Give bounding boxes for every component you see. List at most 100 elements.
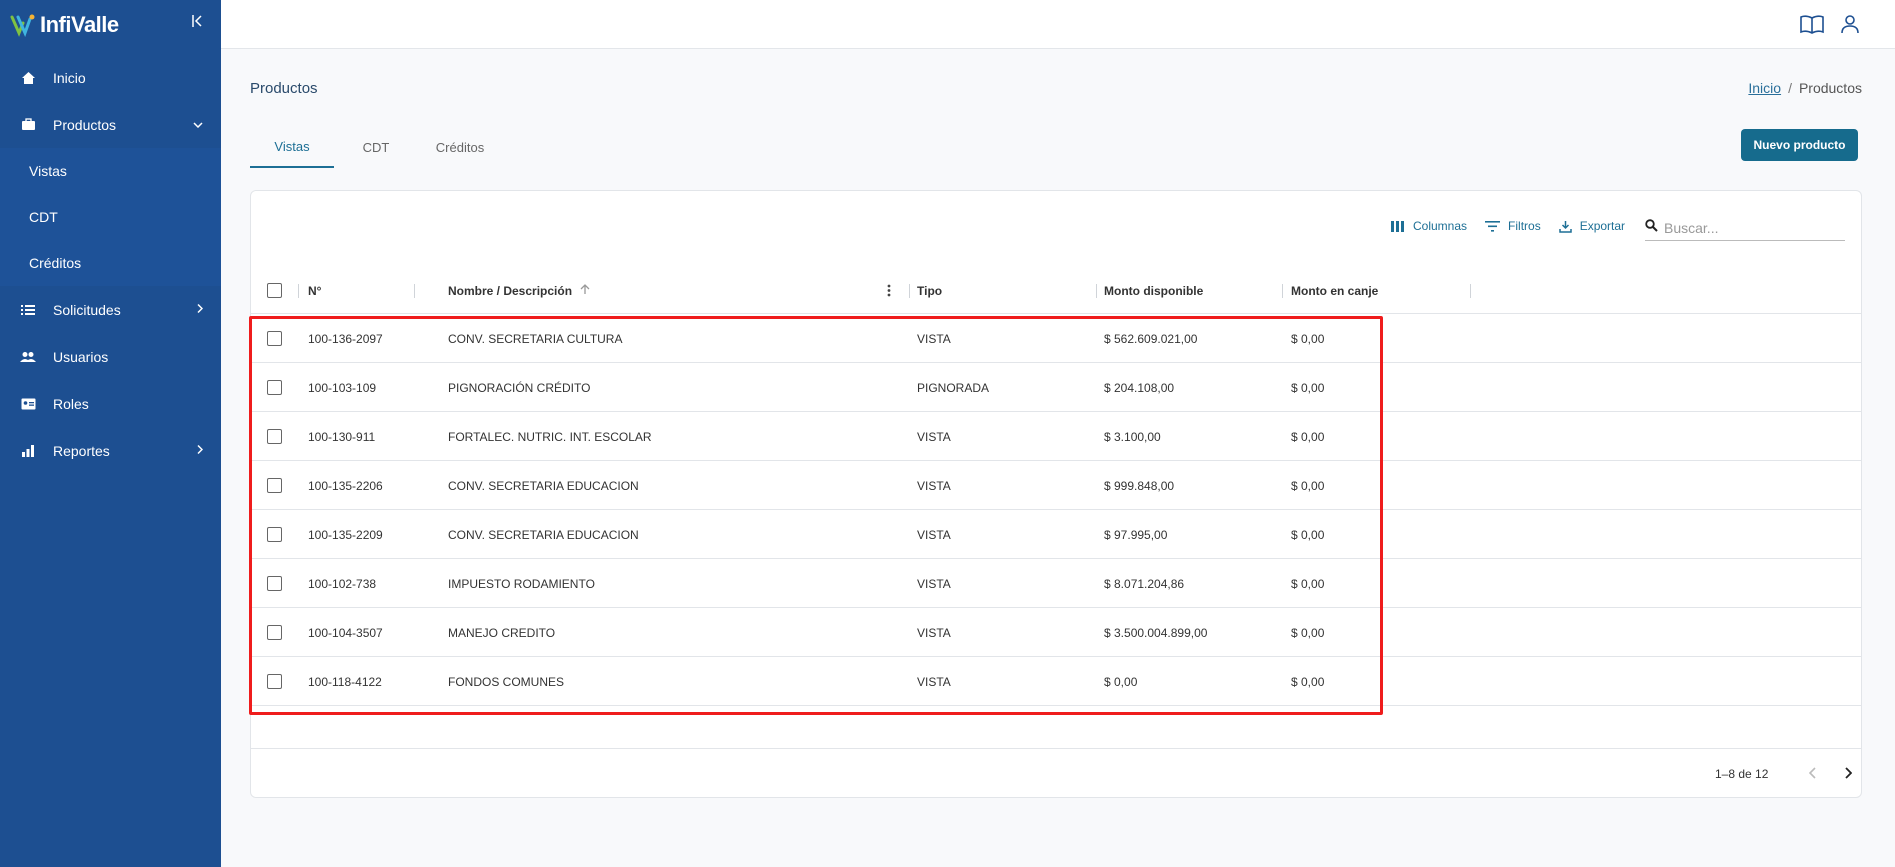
sidebar-subitem-cdt[interactable]: CDT	[0, 194, 221, 240]
search-box	[1645, 215, 1845, 241]
row-checkbox[interactable]	[267, 625, 282, 640]
home-icon	[20, 70, 36, 86]
sidebar-item-label: Solicitudes	[53, 301, 121, 318]
column-header-exchange[interactable]: Monto en canje	[1291, 267, 1378, 314]
sidebar-subitem-vistas[interactable]: Vistas	[0, 148, 221, 194]
sort-ascending-icon[interactable]	[580, 283, 590, 298]
cell-available: $ 562.609.021,00	[1104, 331, 1198, 346]
logo-text: InfiValle	[40, 12, 119, 37]
row-checkbox[interactable]	[267, 674, 282, 689]
cell-available: $ 204.108,00	[1104, 380, 1175, 395]
new-product-button[interactable]: Nuevo producto	[1741, 129, 1858, 161]
column-header-number[interactable]: N°	[308, 267, 321, 314]
table-row[interactable]: 100-118-4122 FONDOS COMUNES VISTA $ 0,00…	[251, 657, 1861, 706]
table-body: 100-136-2097 CONV. SECRETARIA CULTURA VI…	[251, 314, 1861, 706]
tab-cdt[interactable]: CDT	[334, 126, 418, 168]
sidebar-item-label: Usuarios	[53, 348, 109, 365]
next-page-icon[interactable]	[1838, 763, 1858, 783]
cell-exchange: $ 0,00	[1291, 429, 1325, 444]
cell-exchange: $ 0,00	[1291, 478, 1325, 493]
table-row[interactable]: 100-135-2206 CONV. SECRETARIA EDUCACION …	[251, 461, 1861, 510]
sidebar-nav: Inicio Productos Vistas CDT Créditos Sol…	[0, 54, 221, 474]
table-row[interactable]: 100-104-3507 MANEJO CREDITO VISTA $ 3.50…	[251, 608, 1861, 657]
cell-number: 100-135-2206	[308, 478, 383, 493]
cell-exchange: $ 0,00	[1291, 380, 1325, 395]
table-footer: 1–8 de 12	[251, 748, 1861, 798]
select-all-checkbox[interactable]	[267, 283, 282, 298]
table-row[interactable]: 100-136-2097 CONV. SECRETARIA CULTURA VI…	[251, 314, 1861, 363]
cell-available: $ 8.071.204,86	[1104, 576, 1185, 591]
cell-number: 100-104-3507	[308, 625, 383, 640]
book-icon[interactable]	[1799, 12, 1825, 36]
row-checkbox[interactable]	[267, 478, 282, 493]
cell-number: 100-102-738	[308, 576, 377, 591]
cell-name: FONDOS COMUNES	[448, 674, 565, 689]
column-header-type[interactable]: Tipo	[917, 267, 942, 314]
previous-page-icon[interactable]	[1802, 763, 1822, 783]
select-all-cell	[267, 267, 282, 314]
row-checkbox[interactable]	[267, 576, 282, 591]
users-icon	[20, 349, 36, 365]
collapse-sidebar-icon[interactable]	[192, 14, 206, 32]
sidebar-item-roles[interactable]: Roles	[0, 380, 221, 427]
cell-available: $ 999.848,00	[1104, 478, 1175, 493]
columns-button[interactable]: Columnas	[1391, 219, 1467, 233]
column-separator	[1470, 284, 1471, 298]
cell-type: VISTA	[917, 429, 951, 444]
export-button[interactable]: Exportar	[1558, 219, 1626, 233]
tab-creditos[interactable]: Créditos	[418, 126, 502, 168]
breadcrumb-home-link[interactable]: Inicio	[1748, 80, 1781, 96]
sidebar-item-inicio[interactable]: Inicio	[0, 54, 221, 101]
sidebar-item-label: Reportes	[53, 442, 110, 459]
chart-icon	[20, 443, 36, 459]
cell-type: VISTA	[917, 527, 951, 542]
cell-type: VISTA	[917, 331, 951, 346]
table-row[interactable]: 100-130-911 FORTALEC. NUTRIC. INT. ESCOL…	[251, 412, 1861, 461]
sidebar-item-usuarios[interactable]: Usuarios	[0, 333, 221, 380]
export-label: Exportar	[1579, 219, 1626, 233]
row-checkbox[interactable]	[267, 331, 282, 346]
sidebar-item-productos[interactable]: Productos	[0, 101, 221, 148]
table-row[interactable]: 100-135-2209 CONV. SECRETARIA EDUCACION …	[251, 510, 1861, 559]
filter-icon	[1485, 220, 1501, 232]
row-checkbox[interactable]	[267, 429, 282, 444]
app-logo[interactable]: InfiValle	[10, 10, 119, 40]
cell-name: CONV. SECRETARIA EDUCACION	[448, 478, 639, 493]
cell-available: $ 3.100,00	[1104, 429, 1161, 444]
cell-number: 100-136-2097	[308, 331, 383, 346]
column-header-available[interactable]: Monto disponible	[1104, 267, 1203, 314]
column-menu-icon[interactable]	[887, 267, 891, 314]
search-input[interactable]	[1664, 219, 1834, 236]
tab-vistas[interactable]: Vistas	[250, 126, 334, 168]
sidebar-item-reportes[interactable]: Reportes	[0, 427, 221, 474]
cell-number: 100-103-109	[308, 380, 377, 395]
cell-name: FORTALEC. NUTRIC. INT. ESCOLAR	[448, 429, 652, 444]
table-row[interactable]: 100-102-738 IMPUESTO RODAMIENTO VISTA $ …	[251, 559, 1861, 608]
user-icon[interactable]	[1837, 12, 1863, 36]
cell-available: $ 0,00	[1104, 674, 1138, 689]
list-icon	[20, 302, 36, 318]
sidebar-item-solicitudes[interactable]: Solicitudes	[0, 286, 221, 333]
filters-button[interactable]: Filtros	[1485, 219, 1541, 233]
cell-type: PIGNORADA	[917, 380, 990, 395]
briefcase-icon	[20, 117, 36, 133]
pagination-range: 1–8 de 12	[1715, 767, 1769, 781]
sidebar-subitem-creditos[interactable]: Créditos	[0, 240, 221, 286]
cell-name: CONV. SECRETARIA EDUCACION	[448, 527, 639, 542]
chevron-right-icon	[197, 303, 204, 316]
column-header-name[interactable]: Nombre / Descripción	[448, 267, 590, 314]
columns-label: Columnas	[1413, 219, 1468, 233]
sidebar-item-label: Inicio	[53, 69, 86, 86]
cell-exchange: $ 0,00	[1291, 527, 1325, 542]
row-checkbox[interactable]	[267, 380, 282, 395]
id-card-icon	[20, 396, 36, 412]
cell-exchange: $ 0,00	[1291, 625, 1325, 640]
cell-name: CONV. SECRETARIA CULTURA	[448, 331, 623, 346]
cell-available: $ 97.995,00	[1104, 527, 1168, 542]
table-header: N° Nombre / Descripción Tipo Monto dispo…	[251, 267, 1861, 314]
row-checkbox[interactable]	[267, 527, 282, 542]
table-row[interactable]: 100-103-109 PIGNORACIÓN CRÉDITO PIGNORAD…	[251, 363, 1861, 412]
column-separator	[414, 284, 415, 298]
cell-type: VISTA	[917, 674, 951, 689]
sidebar: InfiValle Inicio Productos Vistas CDT Cr…	[0, 0, 221, 867]
